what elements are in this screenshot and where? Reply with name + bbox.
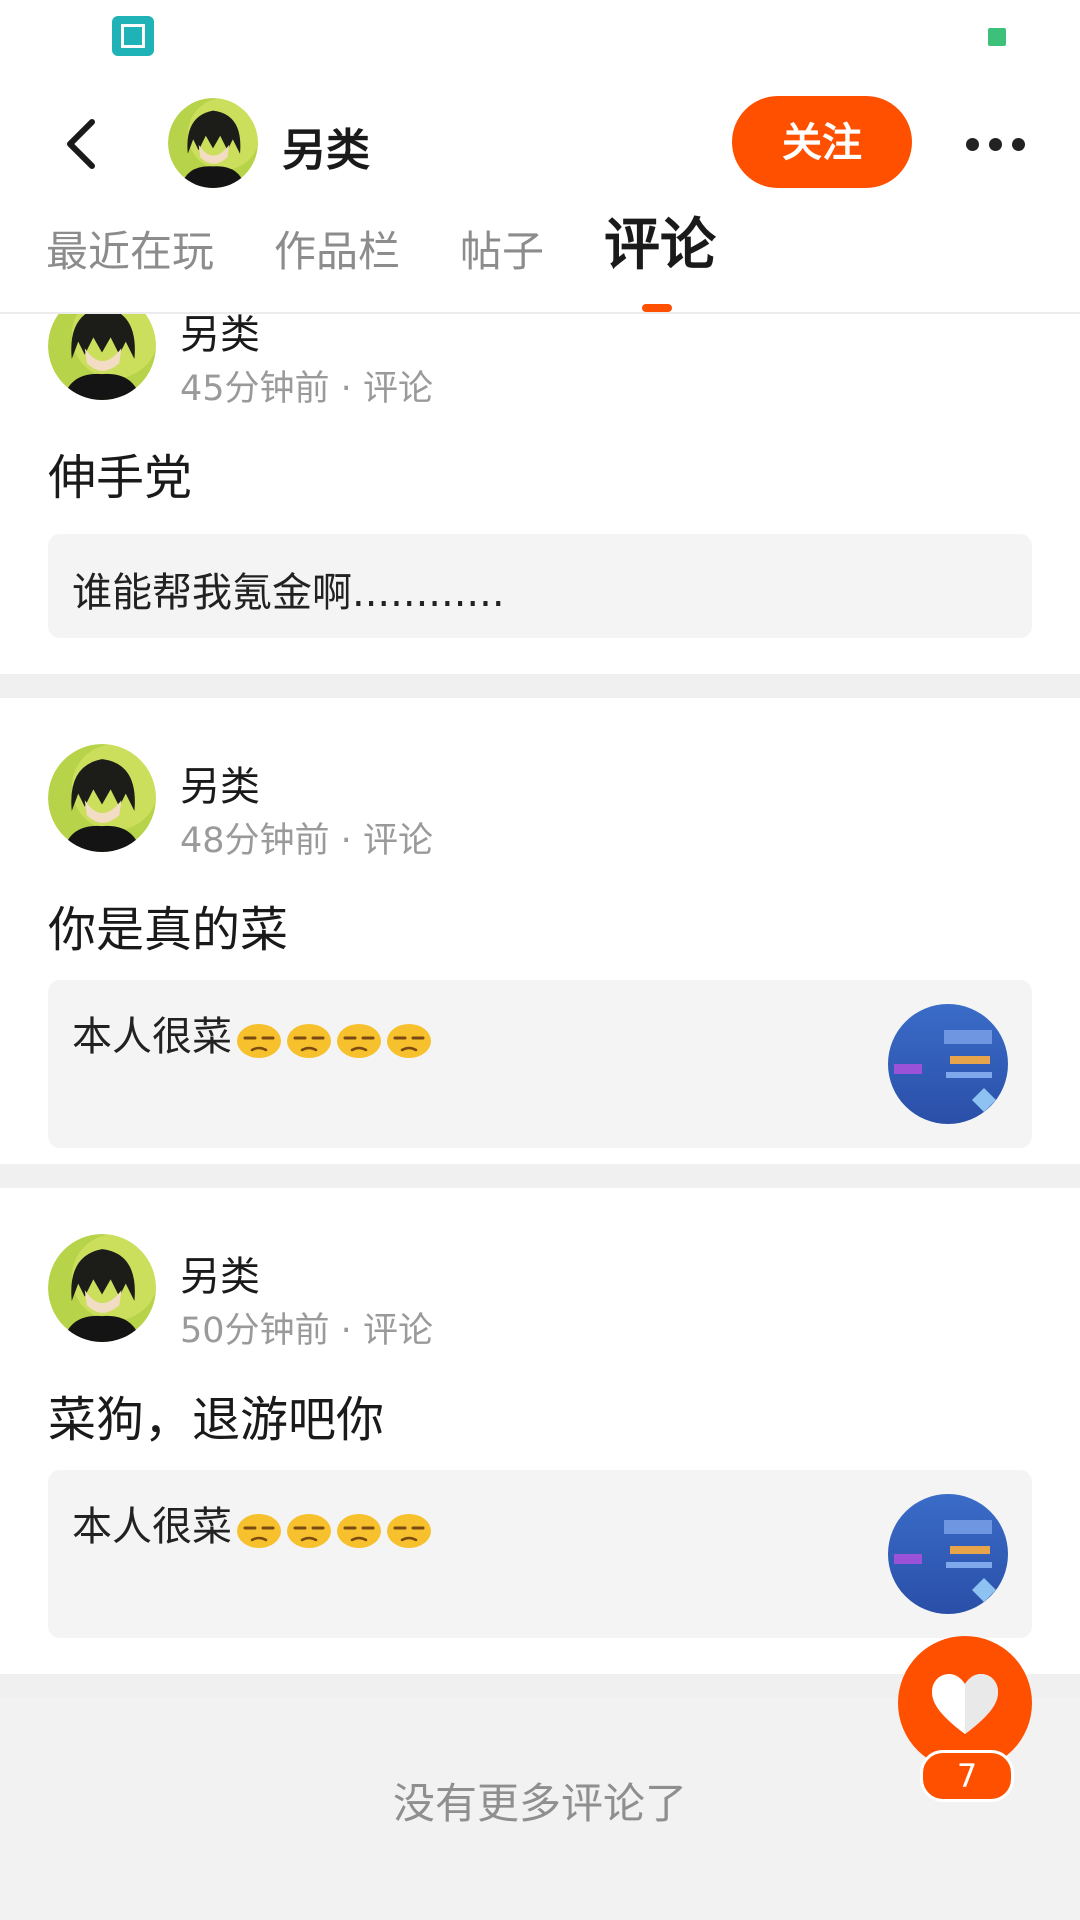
profile-header: 另类 关注 xyxy=(0,72,1080,212)
avatar[interactable] xyxy=(48,314,156,400)
comment-meta: 50分钟前 · 评论 xyxy=(180,1311,433,1351)
tab-posts[interactable]: 帖子 xyxy=(460,218,544,318)
avatar[interactable] xyxy=(168,98,258,188)
like-count-badge: 7 xyxy=(920,1750,1014,1802)
comment-author[interactable]: 另类 xyxy=(180,754,260,812)
unamused-face-icon xyxy=(287,1024,331,1058)
tab-works[interactable]: 作品栏 xyxy=(274,218,400,318)
avatar[interactable] xyxy=(48,1234,156,1342)
comment-time: 50分钟前 xyxy=(180,1311,330,1351)
comment-text: 你是真的菜 xyxy=(48,902,289,958)
post-thumbnail[interactable] xyxy=(888,1004,1008,1124)
quoted-post[interactable]: 谁能帮我氪金啊............ xyxy=(48,534,1032,638)
comment-text: 伸手党 xyxy=(48,450,193,506)
quoted-post[interactable]: 本人很菜 xyxy=(48,1470,1032,1638)
quoted-post-text-label: 本人很菜 xyxy=(72,1014,232,1060)
active-tab-indicator xyxy=(642,304,672,312)
post-thumbnail[interactable] xyxy=(888,1494,1008,1614)
unamused-face-icon xyxy=(287,1514,331,1548)
comment-type: 评论 xyxy=(362,1311,433,1351)
unamused-face-icon xyxy=(237,1514,281,1548)
unamused-face-icon xyxy=(237,1024,281,1058)
unamused-face-icon xyxy=(337,1024,381,1058)
unamused-face-icon xyxy=(337,1514,381,1548)
comment-author[interactable]: 另类 xyxy=(180,1244,260,1302)
unamused-face-icon xyxy=(387,1024,431,1058)
comment-author[interactable]: 另类 xyxy=(180,314,260,360)
scan-app-icon xyxy=(112,16,154,56)
follow-button[interactable]: 关注 xyxy=(732,96,912,188)
quoted-post-text: 本人很菜 xyxy=(72,1004,432,1062)
tab-recently-playing[interactable]: 最近在玩 xyxy=(46,218,214,318)
status-indicator-icon xyxy=(988,28,1006,46)
quoted-post-text: 谁能帮我氪金啊............ xyxy=(72,570,505,616)
no-more-comments-label: 没有更多评论了 xyxy=(392,1779,687,1828)
status-bar xyxy=(0,0,1080,72)
comment-card[interactable]: 另类 50分钟前 · 评论 菜狗，退游吧你 本人很菜 xyxy=(0,1188,1080,1674)
comment-meta: 45分钟前 · 评论 xyxy=(180,369,433,409)
divider xyxy=(0,674,1080,698)
profile-tabs: 最近在玩 作品栏 帖子 评论 xyxy=(0,212,1080,314)
divider xyxy=(0,1164,1080,1188)
comment-card[interactable]: 另类 45分钟前 · 评论 伸手党 谁能帮我氪金啊............ xyxy=(0,314,1080,674)
tab-comments[interactable]: 评论 xyxy=(604,212,716,312)
comment-time: 45分钟前 xyxy=(180,369,330,409)
comment-card[interactable]: 另类 48分钟前 · 评论 你是真的菜 本人很菜 xyxy=(0,698,1080,1164)
quoted-post-text-label: 本人很菜 xyxy=(72,1504,232,1550)
unamused-face-icon xyxy=(387,1514,431,1548)
avatar[interactable] xyxy=(48,744,156,852)
comment-type: 评论 xyxy=(362,369,433,409)
quoted-post-text: 本人很菜 xyxy=(72,1494,432,1552)
comment-type: 评论 xyxy=(362,821,433,861)
comment-time: 48分钟前 xyxy=(180,821,330,861)
back-arrow-icon[interactable] xyxy=(62,116,102,172)
comment-text: 菜狗，退游吧你 xyxy=(48,1392,385,1448)
quoted-post[interactable]: 本人很菜 xyxy=(48,980,1032,1148)
profile-name: 另类 xyxy=(282,125,370,176)
more-dots-icon[interactable] xyxy=(964,132,1028,156)
comment-meta: 48分钟前 · 评论 xyxy=(180,821,433,861)
